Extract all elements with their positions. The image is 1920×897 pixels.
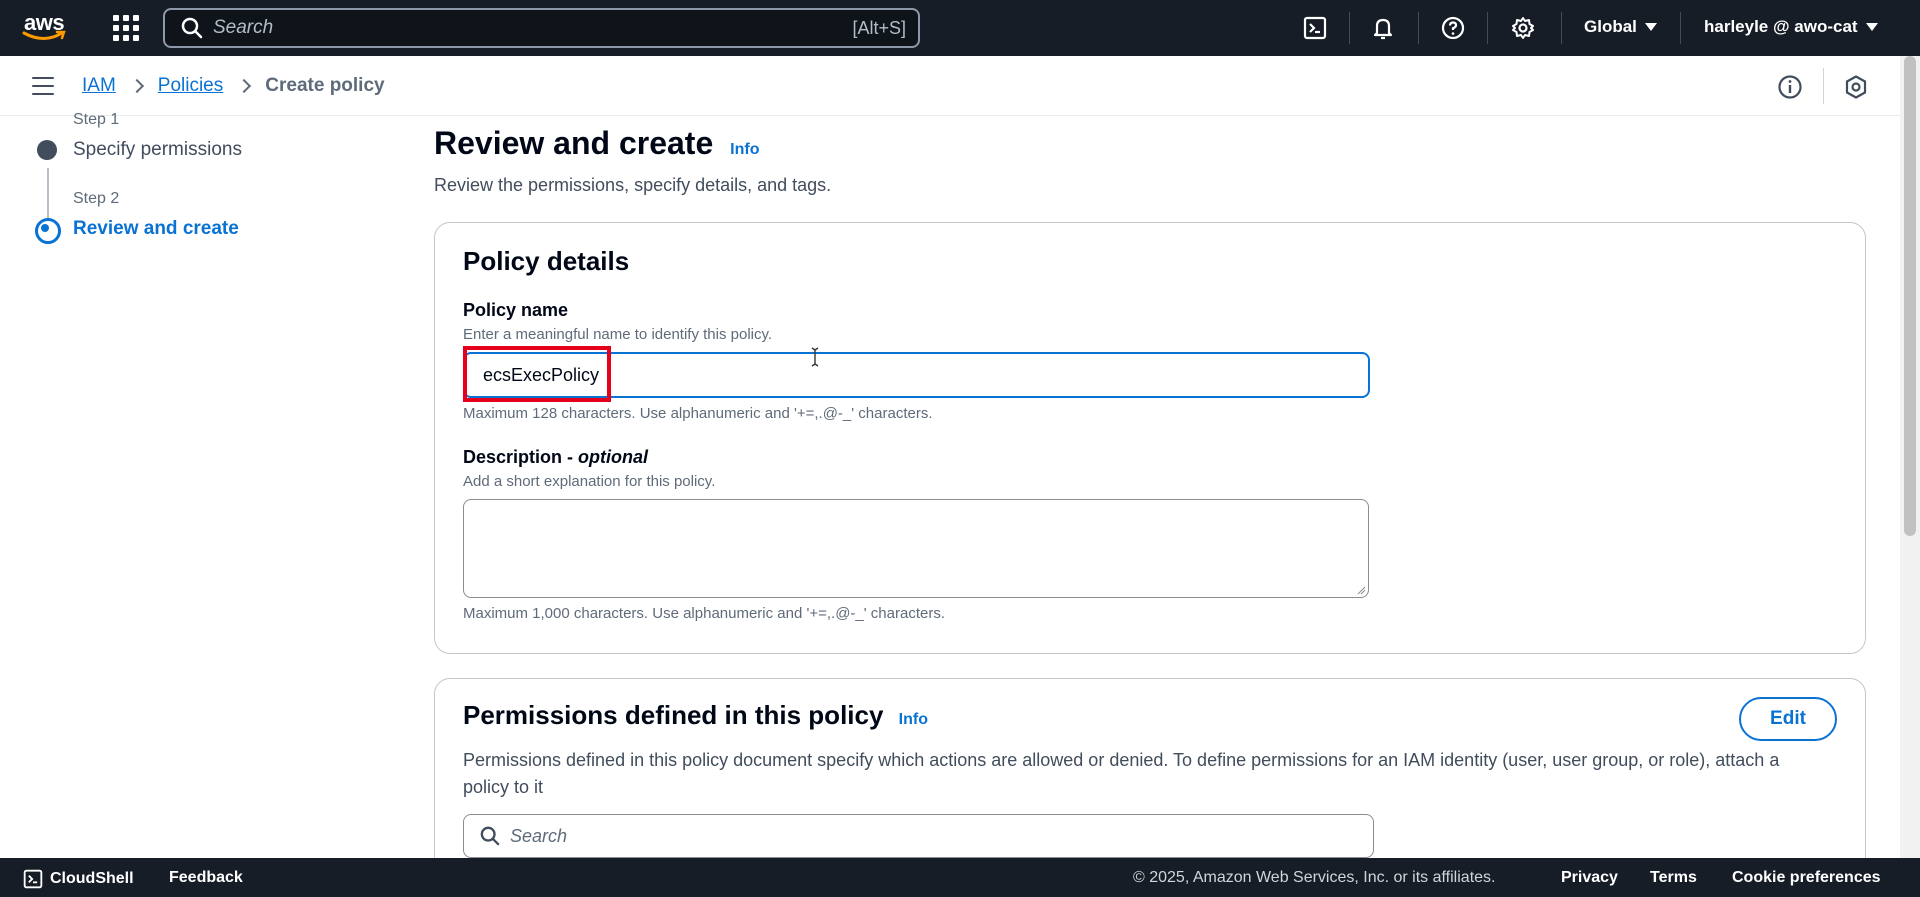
policy-name-constraint: Maximum 128 characters. Use alphanumeric… bbox=[463, 405, 933, 422]
description-constraint: Maximum 1,000 characters. Use alphanumer… bbox=[463, 605, 945, 622]
info-circle-icon[interactable] bbox=[1777, 74, 1803, 100]
region-selector[interactable]: Global bbox=[1584, 17, 1657, 37]
step-2-label: Step 2 bbox=[73, 190, 120, 207]
cloudshell-icon bbox=[23, 869, 43, 889]
search-icon bbox=[181, 17, 203, 39]
nav-divider bbox=[1418, 12, 1419, 44]
cookie-preferences-link[interactable]: Cookie preferences bbox=[1732, 869, 1881, 887]
text-cursor-icon bbox=[811, 347, 819, 367]
step-1-dot bbox=[37, 140, 57, 160]
page-subtitle: Review the permissions, specify details,… bbox=[434, 175, 832, 195]
permissions-title-text: Permissions defined in this policy bbox=[463, 700, 884, 730]
account-label: harleyle @ awo-cat bbox=[1704, 17, 1858, 36]
highlight-box bbox=[463, 346, 611, 402]
copyright-text: © 2025, Amazon Web Services, Inc. or its… bbox=[1133, 869, 1496, 886]
description-help: Add a short explanation for this policy. bbox=[463, 473, 716, 490]
region-label: Global bbox=[1584, 17, 1637, 36]
chevron-right-icon bbox=[129, 78, 144, 94]
aws-logo[interactable]: aws bbox=[22, 10, 70, 44]
permissions-description: Permissions defined in this policy docum… bbox=[463, 750, 1780, 797]
search-icon bbox=[480, 826, 500, 846]
policy-name-label: Policy name bbox=[463, 300, 569, 320]
description-textarea[interactable] bbox=[463, 499, 1369, 598]
aws-smile-icon bbox=[22, 30, 66, 40]
description-optional: optional bbox=[578, 447, 649, 467]
terms-link[interactable]: Terms bbox=[1650, 869, 1697, 887]
top-navigation: aws Search [Alt+S] Global harleyle @ awo… bbox=[0, 0, 1920, 56]
breadcrumb-policies[interactable]: Policies bbox=[158, 75, 223, 97]
nav-divider bbox=[1349, 12, 1350, 44]
step-1-label: Step 1 bbox=[73, 111, 120, 128]
search-shortcut: [Alt+S] bbox=[852, 17, 906, 38]
description-label-text: Description - bbox=[463, 447, 574, 467]
policy-name-description: Enter a meaningful name to identify this… bbox=[463, 326, 773, 343]
account-menu[interactable]: harleyle @ awo-cat bbox=[1704, 17, 1878, 37]
breadcrumb: IAM Policies Create policy bbox=[82, 75, 385, 97]
cloudshell-footer-button[interactable]: CloudShell bbox=[22, 869, 134, 889]
breadcrumb-iam[interactable]: IAM bbox=[82, 75, 116, 97]
privacy-link[interactable]: Privacy bbox=[1561, 869, 1618, 887]
bell-icon[interactable] bbox=[1369, 14, 1397, 42]
breadcrumb-bar: IAM Policies Create policy bbox=[0, 56, 1900, 116]
feedback-link[interactable]: Feedback bbox=[169, 869, 243, 887]
services-grid-icon[interactable] bbox=[113, 15, 139, 41]
caret-down-icon bbox=[1865, 23, 1878, 31]
scrollbar-thumb[interactable] bbox=[1904, 56, 1916, 536]
cloudshell-icon[interactable] bbox=[1301, 14, 1329, 42]
nav-divider bbox=[1680, 12, 1681, 44]
nav-divider bbox=[1561, 12, 1562, 44]
page-info-link[interactable]: Info bbox=[730, 141, 759, 158]
permissions-search-input[interactable]: Search bbox=[463, 814, 1374, 858]
step-connector bbox=[47, 168, 49, 220]
page-title: Review and create Info bbox=[434, 125, 759, 162]
menu-icon[interactable] bbox=[32, 77, 54, 95]
page-title-text: Review and create bbox=[434, 125, 714, 161]
search-placeholder: Search bbox=[213, 17, 274, 38]
breadcrumb-divider bbox=[1823, 68, 1824, 104]
chevron-right-icon bbox=[237, 78, 252, 94]
step-2-title: Review and create bbox=[73, 218, 239, 239]
hexagon-icon[interactable] bbox=[1843, 74, 1869, 100]
step-2-dot bbox=[35, 218, 61, 244]
permissions-title: Permissions defined in this policy Info bbox=[463, 700, 928, 731]
global-search-input[interactable]: Search [Alt+S] bbox=[163, 8, 920, 48]
caret-down-icon bbox=[1644, 23, 1657, 31]
permissions-search-placeholder: Search bbox=[510, 825, 568, 846]
nav-divider bbox=[1487, 12, 1488, 44]
help-icon[interactable] bbox=[1439, 14, 1467, 42]
policy-details-title: Policy details bbox=[463, 246, 630, 276]
resize-handle-icon[interactable] bbox=[1356, 585, 1366, 595]
edit-button[interactable]: Edit bbox=[1739, 697, 1837, 741]
cloudshell-label: CloudShell bbox=[50, 870, 134, 887]
step-1-title[interactable]: Specify permissions bbox=[73, 139, 242, 161]
permissions-info-link[interactable]: Info bbox=[899, 711, 928, 728]
description-label: Description - optional bbox=[463, 447, 648, 468]
footer: CloudShell Feedback © 2025, Amazon Web S… bbox=[0, 858, 1920, 897]
gear-icon[interactable] bbox=[1509, 14, 1537, 42]
breadcrumb-current: Create policy bbox=[265, 75, 385, 96]
page-scrollbar[interactable] bbox=[1900, 56, 1920, 858]
